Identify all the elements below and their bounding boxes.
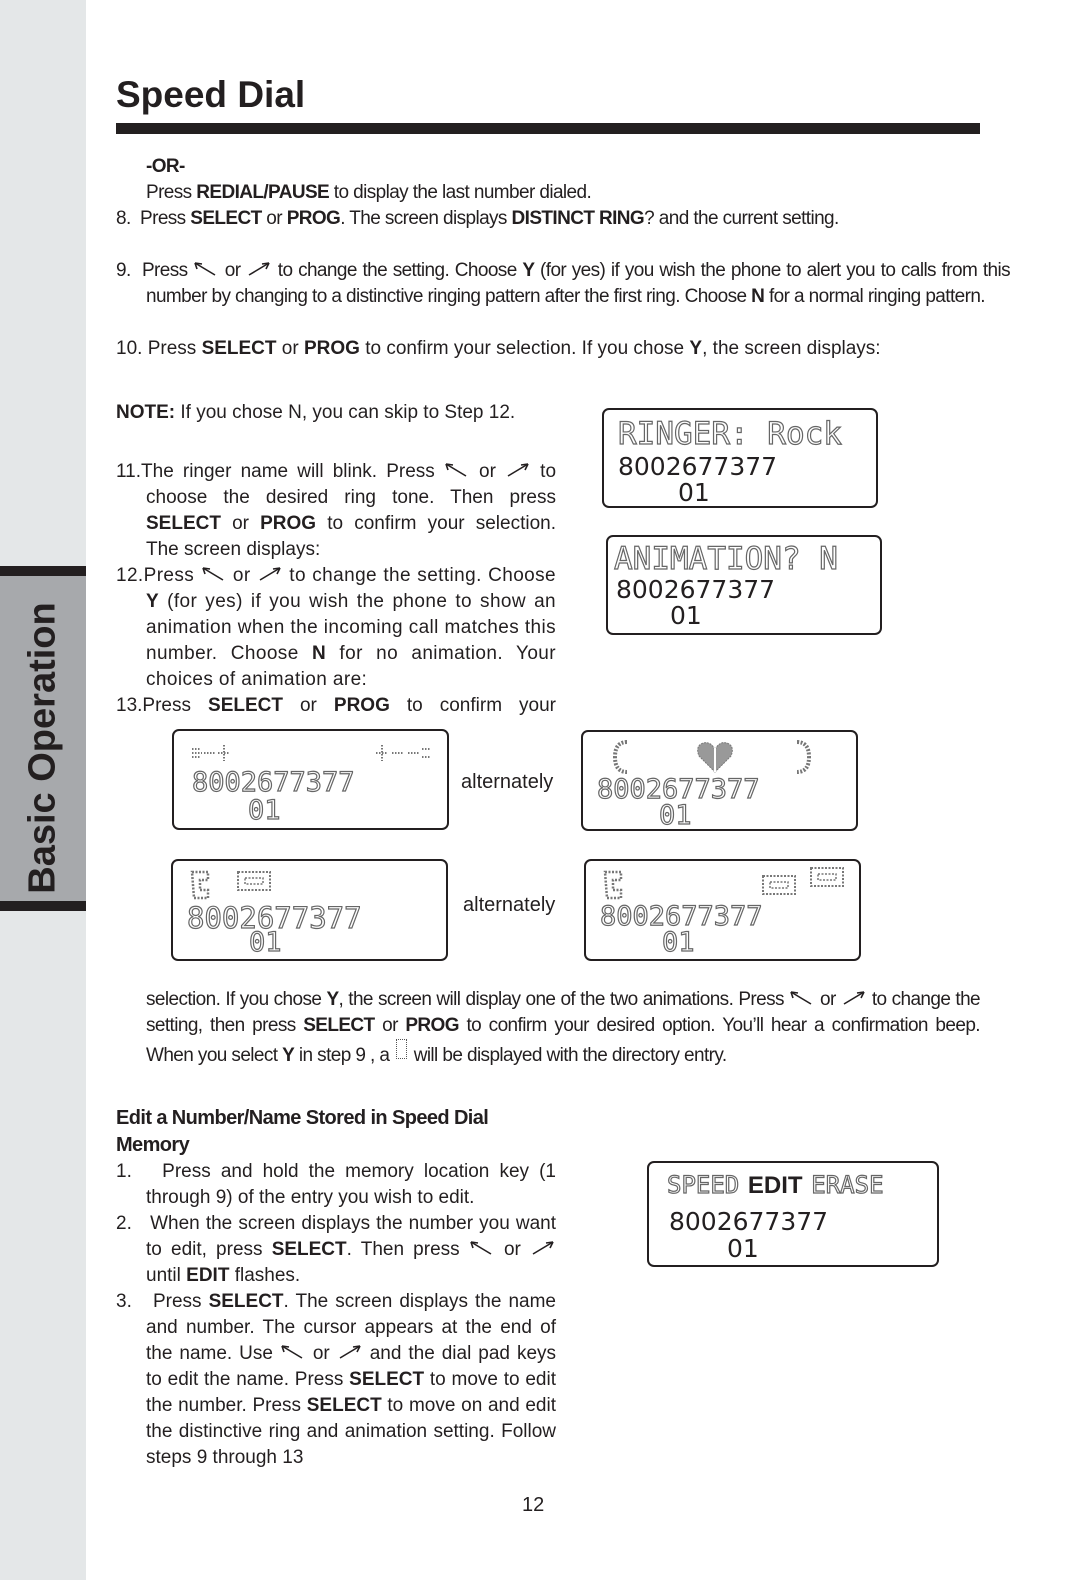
lcd-number: 8002677377 [669,1207,829,1236]
lcd-index: 01 [727,1234,759,1263]
lcd-animation-screen: ANIMATION? N 8002677377 01 [606,535,882,635]
or-label: -OR- [146,156,185,177]
lcd-animation-phone: 8002677377 01 [171,859,448,961]
step-13: 13.Press SELECT or PROG to confirm your [116,695,557,716]
menu-option-edit-selected: EDIT [747,1172,803,1199]
lcd-number: 8002677377 [616,575,776,604]
alternately-label: alternately [463,894,556,916]
lcd-index: 01 [678,478,710,507]
up-arrow-key-icon [337,1344,363,1360]
step-12: 12.Press or to change the setting. Choos… [116,565,557,690]
lcd-animation-phone-envelopes: 8002677377 01 [584,859,861,961]
phone-handset-icon [603,870,623,900]
lcd-animation-line: ANIMATION? N [613,540,838,577]
up-arrow-key-icon [841,990,867,1006]
lcd-ringer-line: RINGER: Rock [617,415,842,452]
edit-step-3: 3. Press SELECT. The screen displays the… [116,1291,557,1468]
up-arrow-key-icon [246,261,272,277]
heart-icon [697,742,733,773]
redial-instruction: Press REDIAL/PAUSE to display the last n… [146,182,592,203]
menu-option-erase: ERASE [811,1170,884,1199]
section-tab-label: Basic Operation [21,602,64,894]
menu-option-speed: SPEED [666,1170,740,1199]
down-arrow-key-icon [444,462,470,478]
down-arrow-key-icon [469,1240,495,1256]
right-bracket-icon [796,740,812,774]
down-arrow-key-icon [193,261,219,277]
edit-step-2: 2. When the screen displays the number y… [116,1213,556,1286]
edit-section-heading: Edit a Number/Name Stored in Speed Dial … [116,1107,489,1156]
step-11: 11.The ringer name will blink. Press or … [116,461,557,560]
lcd-ringer-screen: RINGER: Rock 8002677377 01 [602,408,878,508]
lcd-index: 01 [247,794,281,826]
page-title: Speed Dial [116,74,306,115]
page-number: 12 [522,1494,545,1516]
up-arrow-key-icon [257,566,283,582]
lcd-animation-airplane: 8002677377 01 [172,729,449,830]
envelope-icon [237,871,271,891]
lcd-edit-menu: SPEED EDIT ERASE [666,1170,884,1200]
envelope-icon [810,867,844,887]
down-arrow-key-icon [201,566,227,582]
step-13-continued: selection. If you chose Y, the screen wi… [146,989,981,1066]
lcd-number: 8002677377 [191,766,355,798]
note: NOTE: If you chose N, you can skip to St… [116,402,516,423]
section-tab: Basic Operation [0,566,86,911]
airplane-right-icon [376,745,430,761]
down-arrow-key-icon [789,990,815,1006]
lcd-index: 01 [661,926,695,958]
phone-handset-icon [190,870,210,900]
title-rule [116,123,980,134]
lcd-index: 01 [658,799,692,831]
edit-step-1: 1. Press and hold the memory location ke… [116,1161,556,1208]
up-arrow-key-icon [530,1240,556,1256]
step-8: 8. Press SELECT or PROG. The screen disp… [116,208,839,229]
lcd-index: 01 [670,601,702,630]
lcd-index: 01 [248,926,282,958]
up-arrow-key-icon [505,462,531,478]
step-10: 10. Press SELECT or PROG to confirm your… [116,338,881,359]
lcd-edit-screen: SPEED EDIT ERASE 8002677377 01 [647,1161,939,1267]
animation-indicator-icon [396,1039,408,1059]
alternately-label: alternately [461,771,554,793]
step-9: 9. Press or to change the setting. Choos… [116,260,1011,307]
down-arrow-key-icon [280,1344,306,1360]
airplane-left-icon [192,745,230,761]
envelope-icon [762,875,796,895]
lcd-number: 8002677377 [618,452,778,481]
lcd-animation-heart: 8002677377 01 [581,730,858,832]
left-bracket-icon [612,740,628,774]
